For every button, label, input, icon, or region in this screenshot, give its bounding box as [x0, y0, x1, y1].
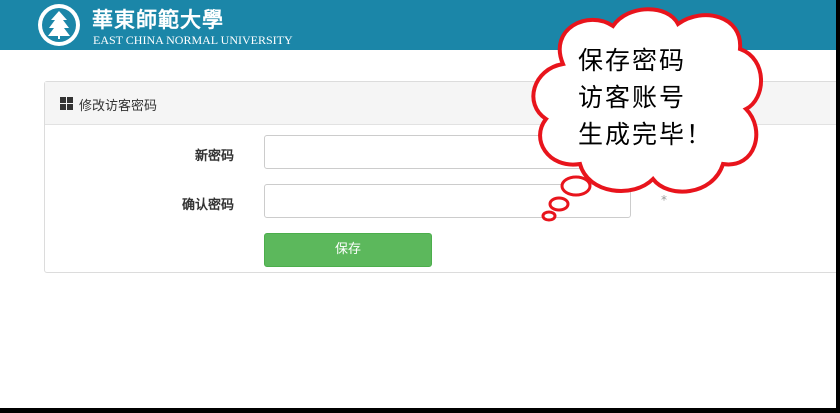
annotation-line-1: 保存密码	[578, 46, 687, 75]
logo-english-name: EAST CHINA NORMAL UNIVERSITY	[93, 33, 293, 47]
confirm-password-label: 确认密码	[181, 198, 234, 213]
page: 華東師範大學 EAST CHINA NORMAL UNIVERSITY 修改访客…	[0, 0, 836, 408]
annotation-text: 保存密码 访客账号 生成完毕！	[578, 42, 728, 153]
save-button[interactable]: 保存	[264, 233, 432, 267]
new-password-label: 新密码	[194, 149, 234, 164]
grid-icon	[60, 97, 73, 110]
annotation-line-3: 生成完毕！	[578, 120, 714, 149]
university-seal-logo	[38, 4, 80, 46]
panel-title: 修改访客密码	[79, 99, 158, 114]
annotation-line-2: 访客账号	[578, 83, 687, 112]
logo-chinese-name: 華東師範大學	[92, 7, 224, 32]
